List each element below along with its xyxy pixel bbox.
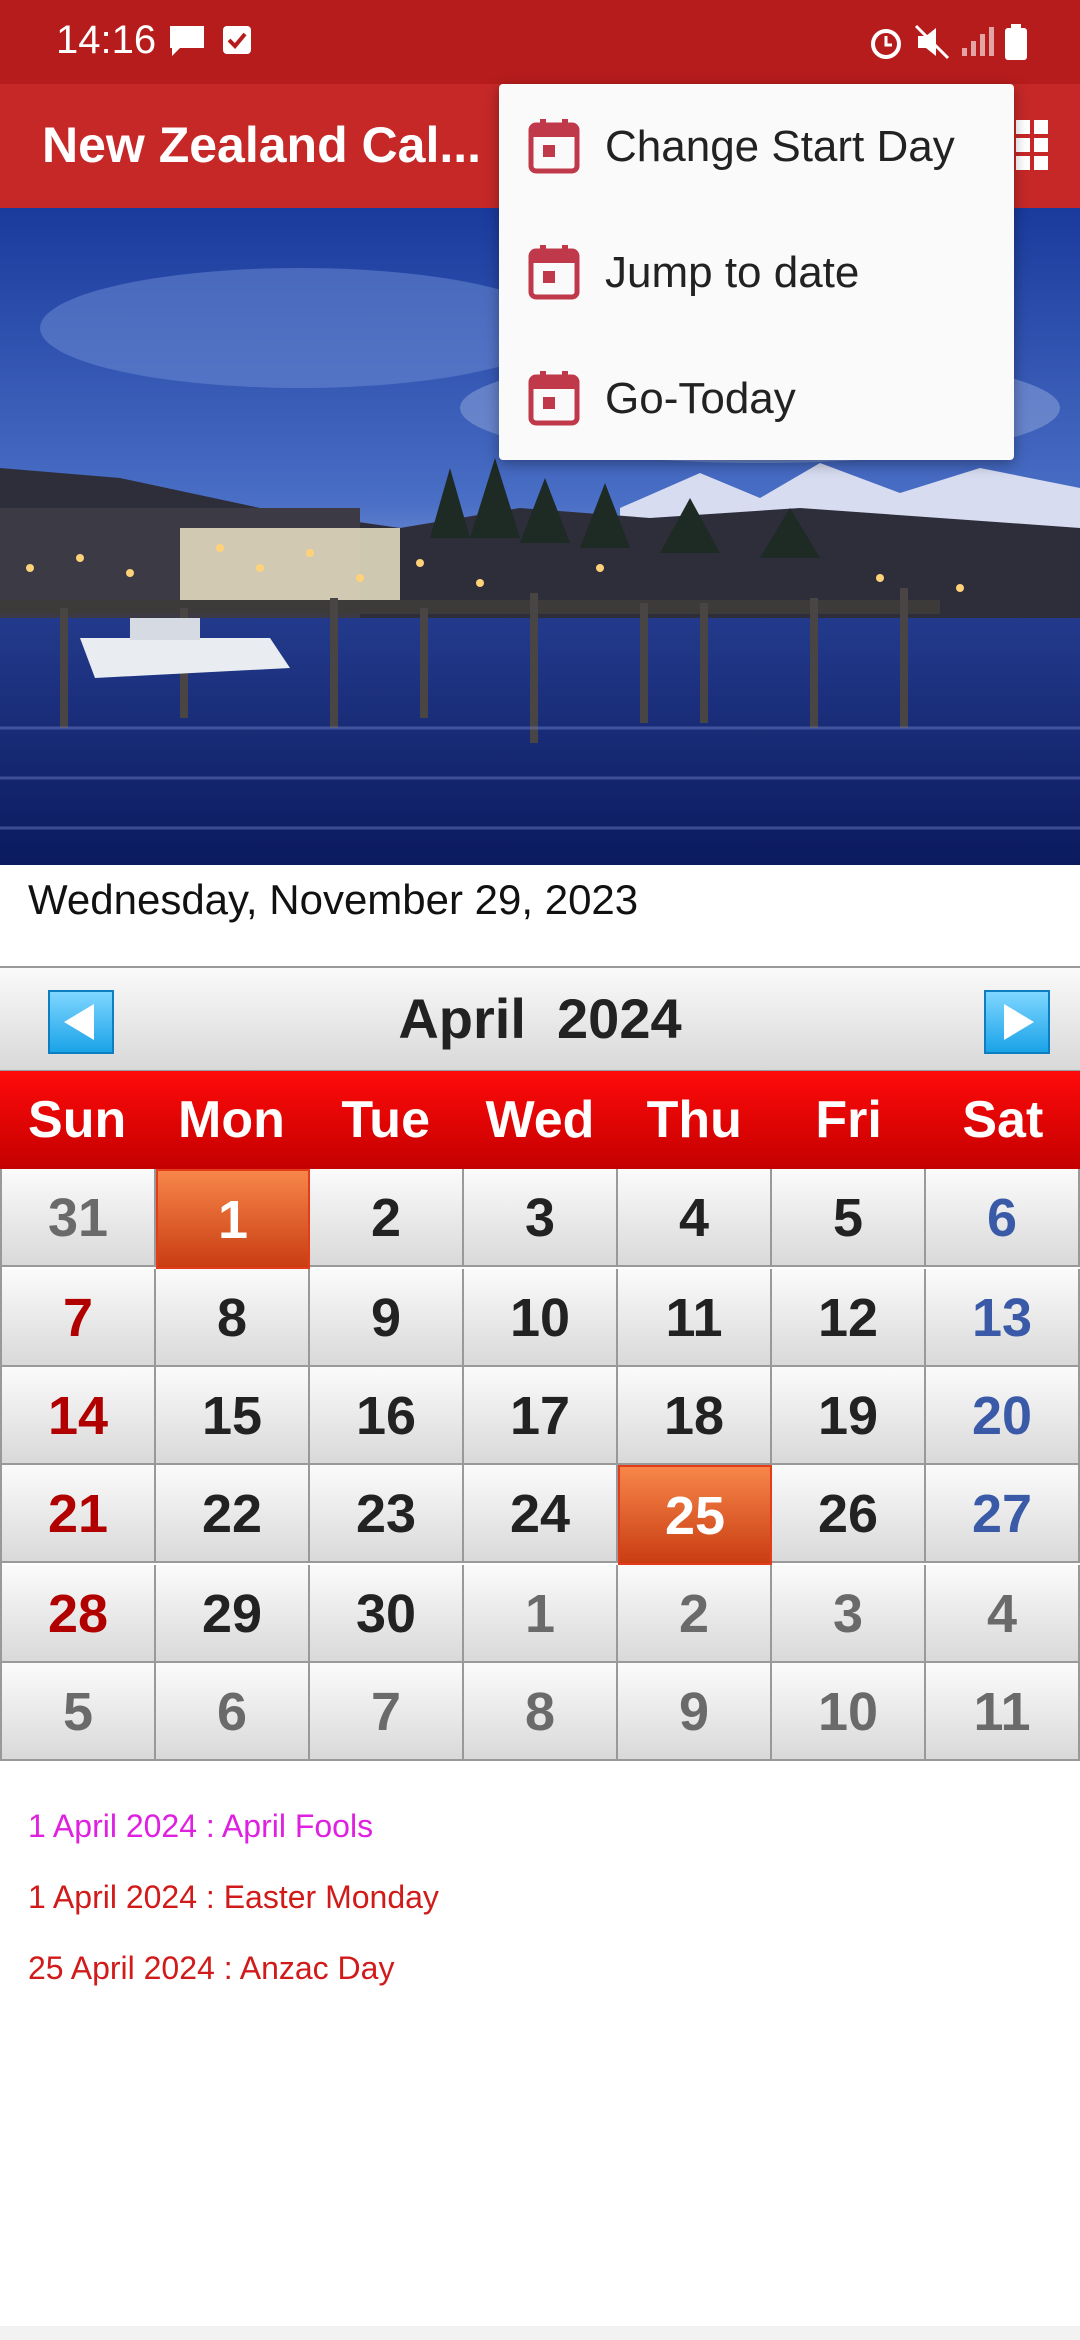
day-cell[interactable]: 29: [156, 1565, 310, 1663]
day-cell[interactable]: 6: [926, 1169, 1080, 1267]
menu-item-label: Change Start Day: [605, 122, 955, 171]
day-cell[interactable]: 4: [926, 1565, 1080, 1663]
day-cell[interactable]: 20: [926, 1367, 1080, 1465]
app-title: New Zealand Cal...: [42, 117, 482, 173]
month-title: April 2024: [398, 987, 682, 1050]
next-month-button[interactable]: [984, 990, 1050, 1054]
menu-item-change-start-day[interactable]: Change Start Day: [499, 84, 1014, 210]
menu-item-jump-to-date[interactable]: Jump to date: [499, 210, 1014, 336]
day-cell[interactable]: 17: [464, 1367, 618, 1465]
event-item: 1 April 2024 : Easter Monday: [28, 1879, 439, 1915]
day-cell[interactable]: 3: [772, 1565, 926, 1663]
navigation-bar: [0, 2326, 1080, 2340]
current-date: Wednesday, November 29, 2023: [28, 876, 639, 923]
calendar: April 2024 Sun Mon Tue Wed Thu Fri Sat 3…: [0, 966, 1080, 1761]
weekday-sun: Sun: [28, 1091, 127, 1149]
days-grid: 31 1 2 3 4 5 6 7 8 9 10 11 12 13 14 15 1…: [0, 1169, 1080, 1761]
day-cell[interactable]: 2: [310, 1169, 464, 1267]
alarm-icon: [871, 29, 901, 59]
day-cell[interactable]: 19: [772, 1367, 926, 1465]
menu-item-label: Jump to date: [605, 248, 860, 297]
calendar-header: April 2024: [0, 966, 1080, 1071]
menu-item-go-today[interactable]: Go-Today: [499, 336, 1014, 462]
day-cell[interactable]: 12: [772, 1269, 926, 1367]
day-cell[interactable]: 22: [156, 1465, 310, 1563]
day-cell[interactable]: 5: [772, 1169, 926, 1267]
weekday-wed: Wed: [485, 1091, 595, 1149]
day-cell[interactable]: 10: [464, 1269, 618, 1367]
weekday-sat: Sat: [962, 1091, 1044, 1149]
day-cell[interactable]: 30: [310, 1565, 464, 1663]
weekday-tue: Tue: [341, 1091, 430, 1149]
day-cell[interactable]: 3: [464, 1169, 618, 1267]
day-cell[interactable]: 24: [464, 1465, 618, 1563]
calendar-icon: [528, 245, 580, 300]
overflow-menu: Change Start Day Jump to date Go-Today: [499, 84, 1014, 460]
day-cell[interactable]: 18: [618, 1367, 772, 1465]
day-cell[interactable]: 16: [310, 1367, 464, 1465]
day-cell[interactable]: 6: [156, 1663, 310, 1761]
day-cell[interactable]: 21: [2, 1465, 156, 1563]
day-cell[interactable]: 13: [926, 1269, 1080, 1367]
day-cell[interactable]: 31: [2, 1169, 156, 1267]
status-time: 14:16: [56, 18, 157, 62]
day-cell[interactable]: 10: [772, 1663, 926, 1761]
weekday-mon: Mon: [178, 1091, 285, 1149]
day-cell[interactable]: 28: [2, 1565, 156, 1663]
signal-icon: [962, 27, 994, 56]
day-cell[interactable]: 23: [310, 1465, 464, 1563]
event-item: 25 April 2024 : Anzac Day: [28, 1950, 395, 1986]
weekday-thu: Thu: [646, 1091, 742, 1149]
event-list: 1 April 2024 : April Fools 1 April 2024 …: [28, 1808, 439, 2021]
menu-item-label: Go-Today: [605, 374, 796, 423]
day-cell[interactable]: 14: [2, 1367, 156, 1465]
calendar-icon: [528, 371, 580, 426]
mute-icon: [914, 24, 950, 60]
day-cell[interactable]: 7: [310, 1663, 464, 1761]
weekday-fri: Fri: [815, 1091, 882, 1149]
calendar-icon: [528, 119, 580, 174]
day-cell[interactable]: 5: [2, 1663, 156, 1761]
day-cell[interactable]: 11: [926, 1663, 1080, 1761]
day-cell[interactable]: 11: [618, 1269, 772, 1367]
right-arrow-icon: [1004, 1004, 1034, 1040]
day-cell[interactable]: 9: [310, 1269, 464, 1367]
event-item: 1 April 2024 : April Fools: [28, 1808, 374, 1844]
day-cell[interactable]: 26: [772, 1465, 926, 1563]
weekday-row: Sun Mon Tue Wed Thu Fri Sat: [0, 1071, 1080, 1169]
day-cell[interactable]: 9: [618, 1663, 772, 1761]
day-cell[interactable]: 25: [618, 1465, 772, 1565]
day-cell[interactable]: 8: [464, 1663, 618, 1761]
day-cell[interactable]: 8: [156, 1269, 310, 1367]
status-bar: 14:16: [0, 0, 1080, 84]
message-icon: [170, 26, 204, 56]
day-cell[interactable]: 2: [618, 1565, 772, 1663]
battery-icon: [1005, 24, 1027, 60]
day-cell[interactable]: 7: [2, 1269, 156, 1367]
day-cell[interactable]: 15: [156, 1367, 310, 1465]
day-cell[interactable]: 1: [464, 1565, 618, 1663]
task-icon: [223, 26, 251, 54]
day-cell[interactable]: 27: [926, 1465, 1080, 1563]
day-cell[interactable]: 4: [618, 1169, 772, 1267]
day-cell[interactable]: 1: [156, 1169, 310, 1269]
